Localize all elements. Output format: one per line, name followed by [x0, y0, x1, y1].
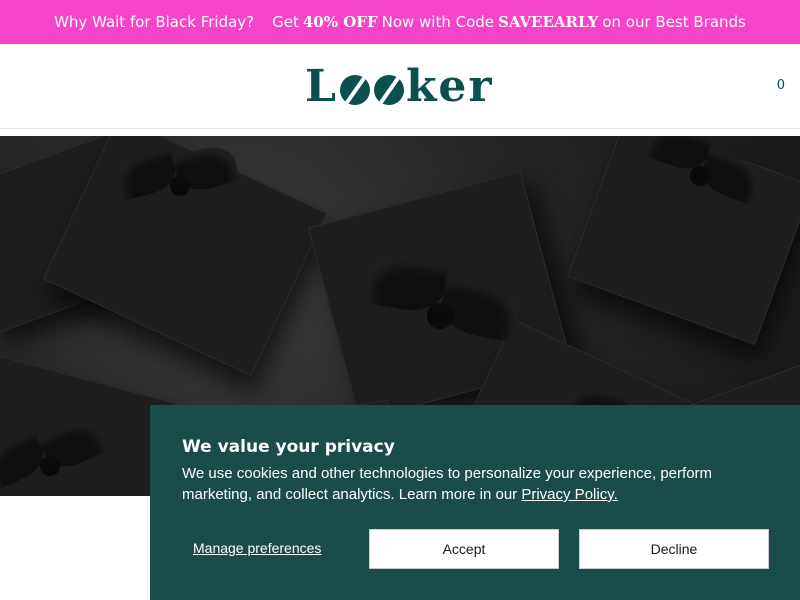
- promo-text-3: Now with Code: [381, 13, 495, 31]
- consent-description: We use cookies and other technologies to…: [182, 463, 762, 505]
- consent-description-text: We use cookies and other technologies to…: [182, 465, 713, 503]
- cart-count[interactable]: 0: [777, 78, 785, 93]
- promo-text-2: Get: [272, 13, 299, 31]
- site-header: L ker 0: [0, 44, 800, 129]
- looker-logo[interactable]: L ker: [305, 61, 494, 112]
- promo-code: SAVEEARLY: [498, 13, 599, 31]
- promo-text-1: Why Wait for Black Friday?: [54, 13, 255, 31]
- manage-preferences-link[interactable]: Manage preferences: [193, 540, 321, 556]
- logo-o-mark-icon: [373, 75, 404, 105]
- logo-o-mark-icon: [339, 75, 370, 105]
- promo-discount: 40% OFF: [302, 13, 378, 31]
- promo-text-4: on our Best Brands: [602, 13, 746, 31]
- decline-button[interactable]: Decline: [579, 529, 769, 569]
- promo-bar[interactable]: Why Wait for Black Friday? Get 40% OFF N…: [0, 0, 800, 44]
- accept-button[interactable]: Accept: [369, 529, 559, 569]
- logo-text-end: ker: [405, 60, 494, 112]
- consent-title: We value your privacy: [182, 437, 395, 457]
- privacy-policy-link[interactable]: Privacy Policy.: [521, 486, 617, 503]
- logo-text-start: L: [305, 60, 338, 112]
- privacy-consent-banner: We value your privacy We use cookies and…: [150, 405, 800, 600]
